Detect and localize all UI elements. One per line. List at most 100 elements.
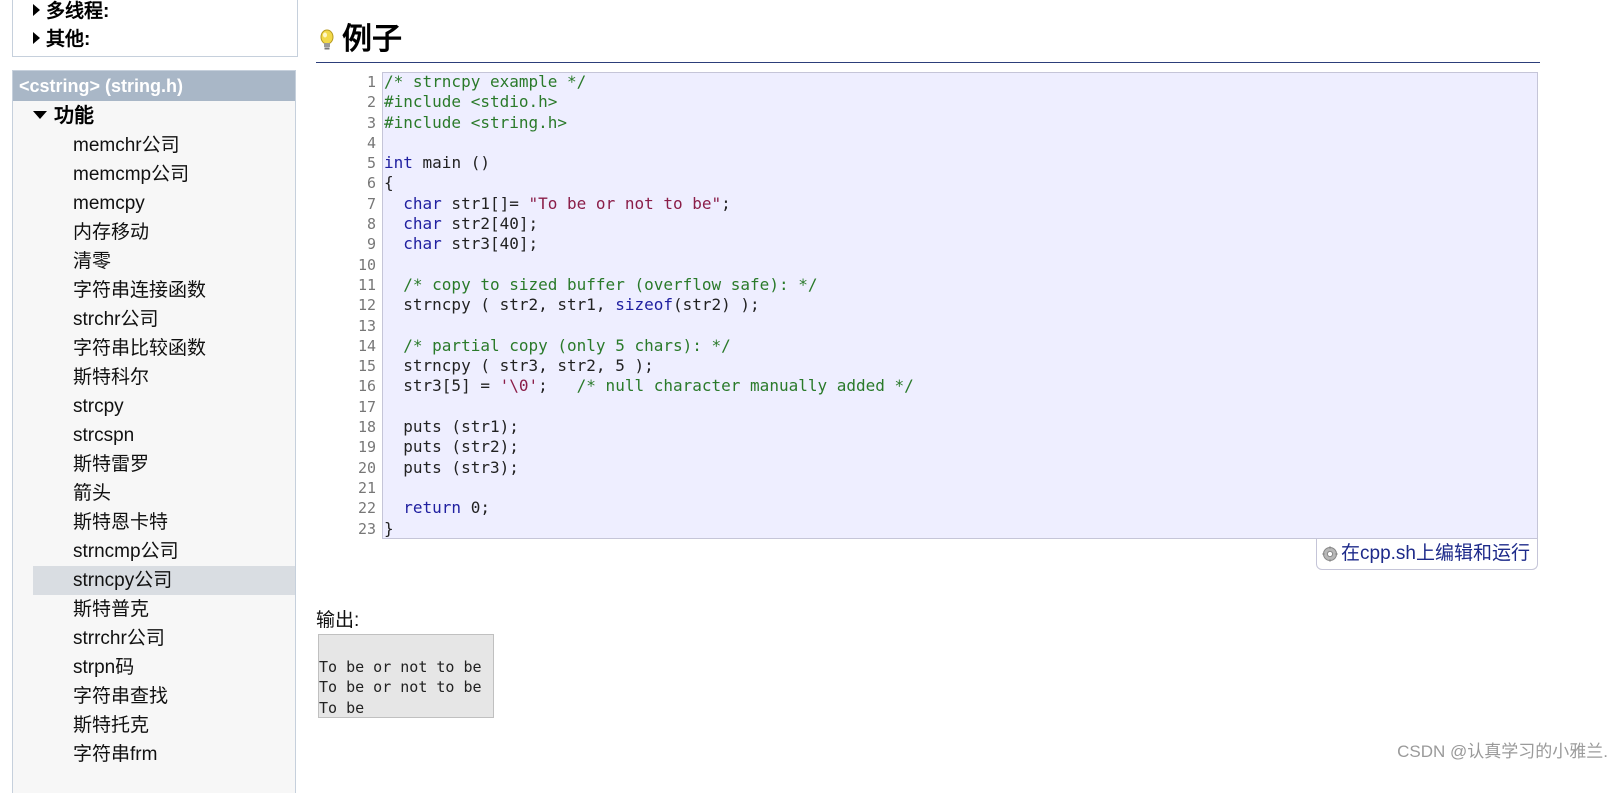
code-preprocessor: #include <string.h> bbox=[384, 112, 568, 132]
sidebar-item-strcspn[interactable]: strcspn bbox=[33, 421, 295, 450]
code-comment: /* copy to sized buffer (overflow safe):… bbox=[403, 274, 818, 294]
code-text: (str2) ); bbox=[672, 295, 760, 315]
code-comment: /* partial copy (only 5 chars): */ bbox=[403, 335, 731, 355]
example-heading: 例子 bbox=[316, 18, 1540, 63]
sidebar-item-memchr[interactable]: memchr公司 bbox=[33, 131, 295, 160]
output-line: To be bbox=[319, 698, 365, 717]
watermark: CSDN @认真学习的小雅兰. bbox=[1397, 742, 1608, 761]
collapse-arrow-icon bbox=[33, 111, 47, 119]
sidebar-item-strtok[interactable]: 斯特托克 bbox=[33, 711, 295, 740]
category-multithreading[interactable]: 多线程: bbox=[33, 0, 109, 26]
line-number-gutter: 1 2 3 4 5 6 7 8 9 10 11 12 13 14 15 16 1… bbox=[316, 72, 376, 539]
line-number: 19 bbox=[357, 438, 376, 457]
code-line: /* partial copy (only 5 chars): */ bbox=[384, 336, 1534, 356]
code-text: strncpy ( str3, str2, 5 ); bbox=[403, 356, 654, 376]
sidebar-item-strpbrk[interactable]: 斯特普克 bbox=[33, 595, 295, 624]
line-number: 22 bbox=[357, 499, 376, 518]
code-line: puts (str1); bbox=[384, 417, 1534, 437]
code-line: strncpy ( str2, str1, sizeof(str2) ); bbox=[384, 295, 1534, 315]
code-text: { bbox=[384, 173, 394, 193]
code-line: #include <stdio.h> bbox=[384, 92, 1534, 112]
output-line: To be or not to be bbox=[319, 658, 482, 676]
sidebar-item-memmove[interactable]: 内存移动 bbox=[33, 218, 295, 247]
functions-section-label: 功能 bbox=[54, 105, 94, 127]
code-text: 0; bbox=[461, 498, 490, 518]
line-number: 20 bbox=[357, 458, 376, 477]
line-number: 11 bbox=[357, 275, 376, 294]
page: 多线程: 其他: <cstring> (string.h) 功能 memchr公… bbox=[0, 0, 1622, 793]
code-text: main () bbox=[412, 153, 490, 173]
edit-link-label: 在cpp.sh上编辑和运行 bbox=[1341, 543, 1530, 564]
code-line: puts (str2); bbox=[384, 437, 1534, 457]
lightbulb-icon bbox=[320, 29, 334, 50]
sidebar-item-strcmp[interactable]: 字符串比较函数 bbox=[33, 334, 295, 363]
functions-section-toggle[interactable]: 功能 bbox=[13, 101, 295, 131]
code-line: strncpy ( str3, str2, 5 ); bbox=[384, 356, 1534, 376]
sidebar-item-strstr[interactable]: 字符串查找 bbox=[33, 682, 295, 711]
sidebar-item-strcoll[interactable]: 斯特科尔 bbox=[33, 363, 295, 392]
code-line: /* copy to sized buffer (overflow safe):… bbox=[384, 275, 1534, 295]
gear-icon bbox=[1322, 546, 1338, 562]
code-text: } bbox=[384, 518, 394, 538]
code-comment: /* strncpy example */ bbox=[384, 72, 587, 91]
code-line: } bbox=[384, 519, 1534, 539]
sidebar-item-strerror[interactable]: 斯特雷罗 bbox=[33, 450, 295, 479]
sidebar-item-strspn[interactable]: strpn码 bbox=[33, 653, 295, 682]
code-string: "To be or not to be" bbox=[528, 193, 722, 213]
sidebar-item-strlen[interactable]: 箭头 bbox=[33, 479, 295, 508]
sidebar-item-strncat[interactable]: 斯特恩卡特 bbox=[33, 508, 295, 537]
category-other[interactable]: 其他: bbox=[33, 26, 90, 54]
code-text: strncpy ( str2, str1, bbox=[403, 295, 616, 315]
sidebar-item-strncmp[interactable]: strncmp公司 bbox=[33, 537, 295, 566]
sidebar-item-strncpy[interactable]: strncpy公司 bbox=[33, 566, 295, 595]
sidebar: <cstring> (string.h) 功能 memchr公司 memcmp公… bbox=[12, 70, 296, 793]
output-line: To be or not to be bbox=[319, 678, 482, 697]
sidebar-item-strxfrm[interactable]: 字符串frm bbox=[33, 740, 295, 769]
page-title: 例子 bbox=[342, 23, 402, 56]
line-number: 15 bbox=[357, 357, 376, 376]
functions-list: memchr公司 memcmp公司 memcpy 内存移动 清零 字符串连接函数… bbox=[13, 131, 295, 769]
line-number: 23 bbox=[357, 519, 376, 538]
code-text: puts (str1); bbox=[403, 417, 519, 437]
output-block: To be or not to be To be or not to be To… bbox=[318, 634, 494, 718]
sidebar-item-memcmp[interactable]: memcmp公司 bbox=[33, 160, 295, 189]
code-line: { bbox=[384, 173, 1534, 193]
line-number: 7 bbox=[366, 194, 376, 213]
edit-and-run-link[interactable]: 在cpp.sh上编辑和运行 bbox=[1316, 539, 1538, 570]
code-line: int main () bbox=[384, 153, 1534, 173]
code-keyword: char bbox=[403, 214, 442, 234]
line-number: 16 bbox=[357, 377, 376, 396]
line-number: 21 bbox=[357, 478, 376, 497]
sidebar-item-strcat[interactable]: 字符串连接函数 bbox=[33, 276, 295, 305]
line-number: 9 bbox=[366, 235, 376, 254]
code-line: return 0; bbox=[384, 498, 1534, 518]
sidebar-item-memcpy[interactable]: memcpy bbox=[33, 189, 295, 218]
line-number: 14 bbox=[357, 336, 376, 355]
sidebar-categories: 多线程: 其他: bbox=[12, 0, 298, 57]
line-number: 1 bbox=[366, 73, 376, 91]
line-number: 3 bbox=[366, 113, 376, 132]
code-line: /* strncpy example */ bbox=[384, 72, 1534, 92]
category-label: 其他: bbox=[46, 29, 91, 50]
sidebar-item-strrchr[interactable]: strrchr公司 bbox=[33, 624, 295, 653]
category-label: 多线程: bbox=[46, 1, 110, 22]
sidebar-item-memset[interactable]: 清零 bbox=[33, 247, 295, 276]
code-line: puts (str3); bbox=[384, 458, 1534, 478]
line-number: 12 bbox=[357, 296, 376, 315]
code-line: #include <string.h> bbox=[384, 113, 1534, 133]
line-number: 6 bbox=[366, 174, 376, 193]
code-line: str3[5] = '\0'; /* null character manual… bbox=[384, 376, 1534, 396]
sidebar-item-strcpy[interactable]: strcpy bbox=[33, 392, 295, 421]
line-number: 4 bbox=[366, 133, 376, 152]
sidebar-item-strchr[interactable]: strchr公司 bbox=[33, 305, 295, 334]
code-line: char str1[]= "To be or not to be"; bbox=[384, 194, 1534, 214]
code-text: puts (str2); bbox=[403, 437, 519, 457]
line-number: 2 bbox=[366, 93, 376, 112]
code-lines: /* strncpy example */ #include <stdio.h>… bbox=[384, 72, 1534, 539]
sidebar-header[interactable]: <cstring> (string.h) bbox=[13, 71, 295, 101]
line-number: 5 bbox=[366, 154, 376, 173]
